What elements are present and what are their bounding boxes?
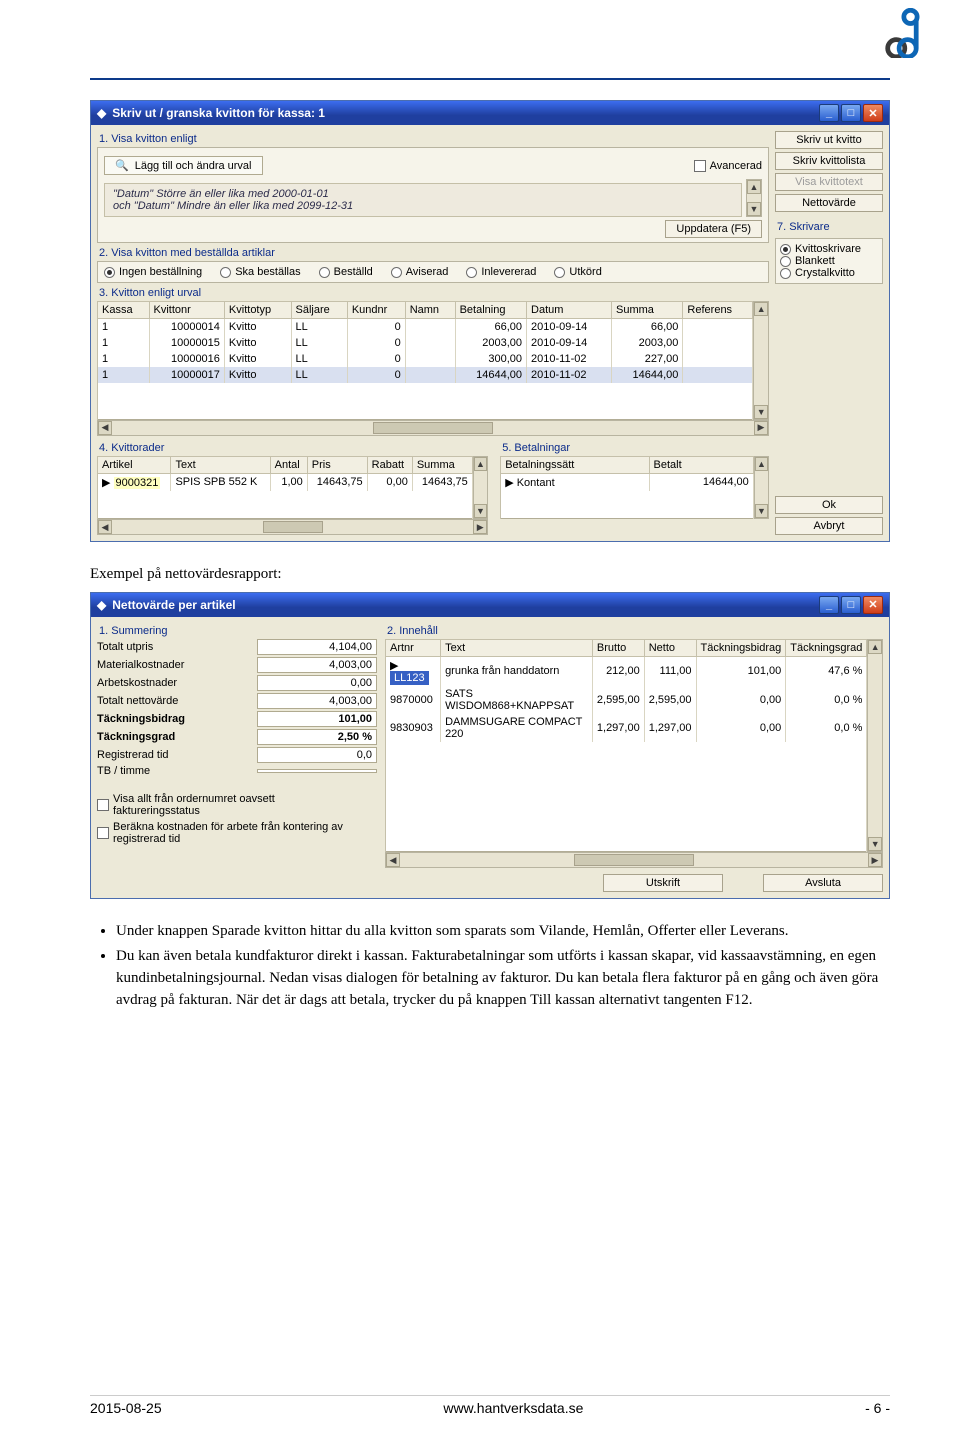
nettovarde-button[interactable]: Nettovärde	[775, 194, 883, 212]
section3-label: 3. Kvitton enligt urval	[99, 287, 769, 299]
side-buttons: Skriv ut kvitto Skriv kvittolista Visa k…	[775, 131, 883, 535]
radio-bestalld[interactable]: Beställd	[319, 266, 373, 278]
skrivare-label: 7. Skrivare	[777, 221, 883, 233]
radio-ska-bestallas[interactable]: Ska beställas	[220, 266, 300, 278]
section2-label: 2. Visa kvitton med beställda artiklar	[99, 247, 769, 259]
footer-url: www.hantverksdata.se	[443, 1400, 583, 1416]
table-row: ▶ LL123grunka från handdatorn212,00111,0…	[386, 656, 867, 686]
utskrift-button[interactable]: Utskrift	[603, 874, 723, 892]
window-title: Skriv ut / granska kvitton för kassa: 1	[112, 106, 325, 120]
kvitton-table[interactable]: Kassa Kvittonr Kvittotyp Säljare Kundnr …	[97, 301, 753, 420]
footer-page: - 6 -	[865, 1400, 890, 1416]
window-nettovarde: ◆ Nettovärde per artikel _ □ ✕ 1. Summer…	[90, 592, 890, 900]
kvitton-hscroll[interactable]: ◀▶	[97, 420, 769, 436]
kvitton-scrollbar[interactable]: ▲▼	[753, 301, 769, 420]
table-row: ▶ 9000321SPIS SPB 552 K1,0014643,750,001…	[98, 473, 473, 491]
skriv-kvittolista-button[interactable]: Skriv kvittolista	[775, 152, 883, 170]
bullet-item: Under knappen Sparade kvitton hittar du …	[116, 921, 890, 943]
maximize-button[interactable]: □	[841, 596, 861, 614]
uppdatera-button[interactable]: Uppdatera (F5)	[665, 220, 762, 238]
titlebar[interactable]: ◆ Skriv ut / granska kvitton för kassa: …	[91, 101, 889, 125]
criteria-scrollbar[interactable]: ▲▼	[746, 179, 762, 217]
radio-utkord[interactable]: Utkörd	[554, 266, 601, 278]
summering-label: 1. Summering	[99, 625, 377, 637]
urval-button[interactable]: 🔍 Lägg till och ändra urval	[104, 156, 263, 175]
minimize-button[interactable]: _	[819, 104, 839, 122]
criteria-box: "Datum" Större än eller lika med 2000-01…	[104, 183, 742, 217]
radio-aviserad[interactable]: Aviserad	[391, 266, 449, 278]
section5-label: 5. Betalningar	[502, 442, 769, 454]
orderstatus-group: Ingen beställning Ska beställas Beställd…	[97, 261, 769, 283]
inn-hscroll[interactable]: ◀▶	[385, 852, 883, 868]
header-rule	[90, 78, 890, 80]
window-kvitton: ◆ Skriv ut / granska kvitton för kassa: …	[90, 100, 890, 542]
radio-kvittoskrivare[interactable]: Kvittoskrivare	[780, 243, 878, 255]
rader-table[interactable]: ArtikelTextAntalPrisRabattSumma ▶ 900032…	[97, 456, 473, 520]
table-row: 9870000SATS WISDOM868+KNAPPSAT2,595,002,…	[386, 686, 867, 714]
search-icon: 🔍	[115, 159, 129, 172]
innehall-label: 2. Innehåll	[387, 625, 883, 637]
window-icon: ◆	[97, 598, 106, 612]
bet-scrollbar[interactable]: ▲▼	[754, 456, 769, 520]
table-row: 110000014KvittoLL066,002010-09-1466,00	[98, 319, 753, 336]
window-icon: ◆	[97, 106, 106, 120]
bullet-item: Du kan även betala kundfakturor direkt i…	[116, 946, 890, 1011]
close-button[interactable]: ✕	[863, 596, 883, 614]
body-text: Under knappen Sparade kvitton hittar du …	[90, 921, 890, 1011]
section1-label: 1. Visa kvitton enligt	[99, 133, 769, 145]
skriv-ut-kvitto-button[interactable]: Skriv ut kvitto	[775, 131, 883, 149]
window-title-nv: Nettovärde per artikel	[112, 598, 235, 612]
radio-ingen-bestallning[interactable]: Ingen beställning	[104, 266, 202, 278]
visa-kvittotext-button: Visa kvittotext	[775, 173, 883, 191]
close-button[interactable]: ✕	[863, 104, 883, 122]
avsluta-button[interactable]: Avsluta	[763, 874, 883, 892]
section4-label: 4. Kvittorader	[99, 442, 488, 454]
table-row: ▶ Kontant14644,00	[501, 473, 754, 491]
maximize-button[interactable]: □	[841, 104, 861, 122]
table-row: 110000015KvittoLL02003,002010-09-142003,…	[98, 335, 753, 351]
innehall-table[interactable]: ArtnrTextBruttoNettoTäckningsbidragTäckn…	[385, 639, 867, 853]
rader-scrollbar[interactable]: ▲▼	[473, 456, 488, 520]
table-row: 110000017KvittoLL014644,002010-11-021464…	[98, 367, 753, 383]
chk-visa-allt[interactable]: Visa allt från ordernumret oavsett faktu…	[97, 793, 377, 817]
betalningar-table[interactable]: BetalningssättBetalt ▶ Kontant14644,00	[500, 456, 754, 520]
table-row: 9830903DAMMSUGARE COMPACT 2201,297,001,2…	[386, 714, 867, 742]
minimize-button[interactable]: _	[819, 596, 839, 614]
caption-nettovarde: Exempel på nettovärdesrapport:	[90, 564, 890, 586]
titlebar-nv[interactable]: ◆ Nettovärde per artikel _ □ ✕	[91, 593, 889, 617]
radio-crystalkvitto[interactable]: Crystalkvitto	[780, 267, 878, 279]
avancerad-checkbox[interactable]: Avancerad	[694, 160, 762, 172]
radio-blankett[interactable]: Blankett	[780, 255, 878, 267]
inn-scrollbar[interactable]: ▲▼	[867, 639, 883, 853]
table-row: 110000016KvittoLL0300,002010-11-02227,00	[98, 351, 753, 367]
footer: 2015-08-25 www.hantverksdata.se - 6 -	[90, 1395, 890, 1416]
radio-inlevererad[interactable]: Inlevererad	[466, 266, 536, 278]
ok-button[interactable]: Ok	[775, 496, 883, 514]
chk-berakna-kostnad[interactable]: Beräkna kostnaden för arbete från konter…	[97, 821, 377, 845]
avbryt-button[interactable]: Avbryt	[775, 517, 883, 535]
footer-date: 2015-08-25	[90, 1400, 162, 1416]
rader-hscroll[interactable]: ◀▶	[97, 519, 488, 535]
logo	[882, 8, 920, 61]
